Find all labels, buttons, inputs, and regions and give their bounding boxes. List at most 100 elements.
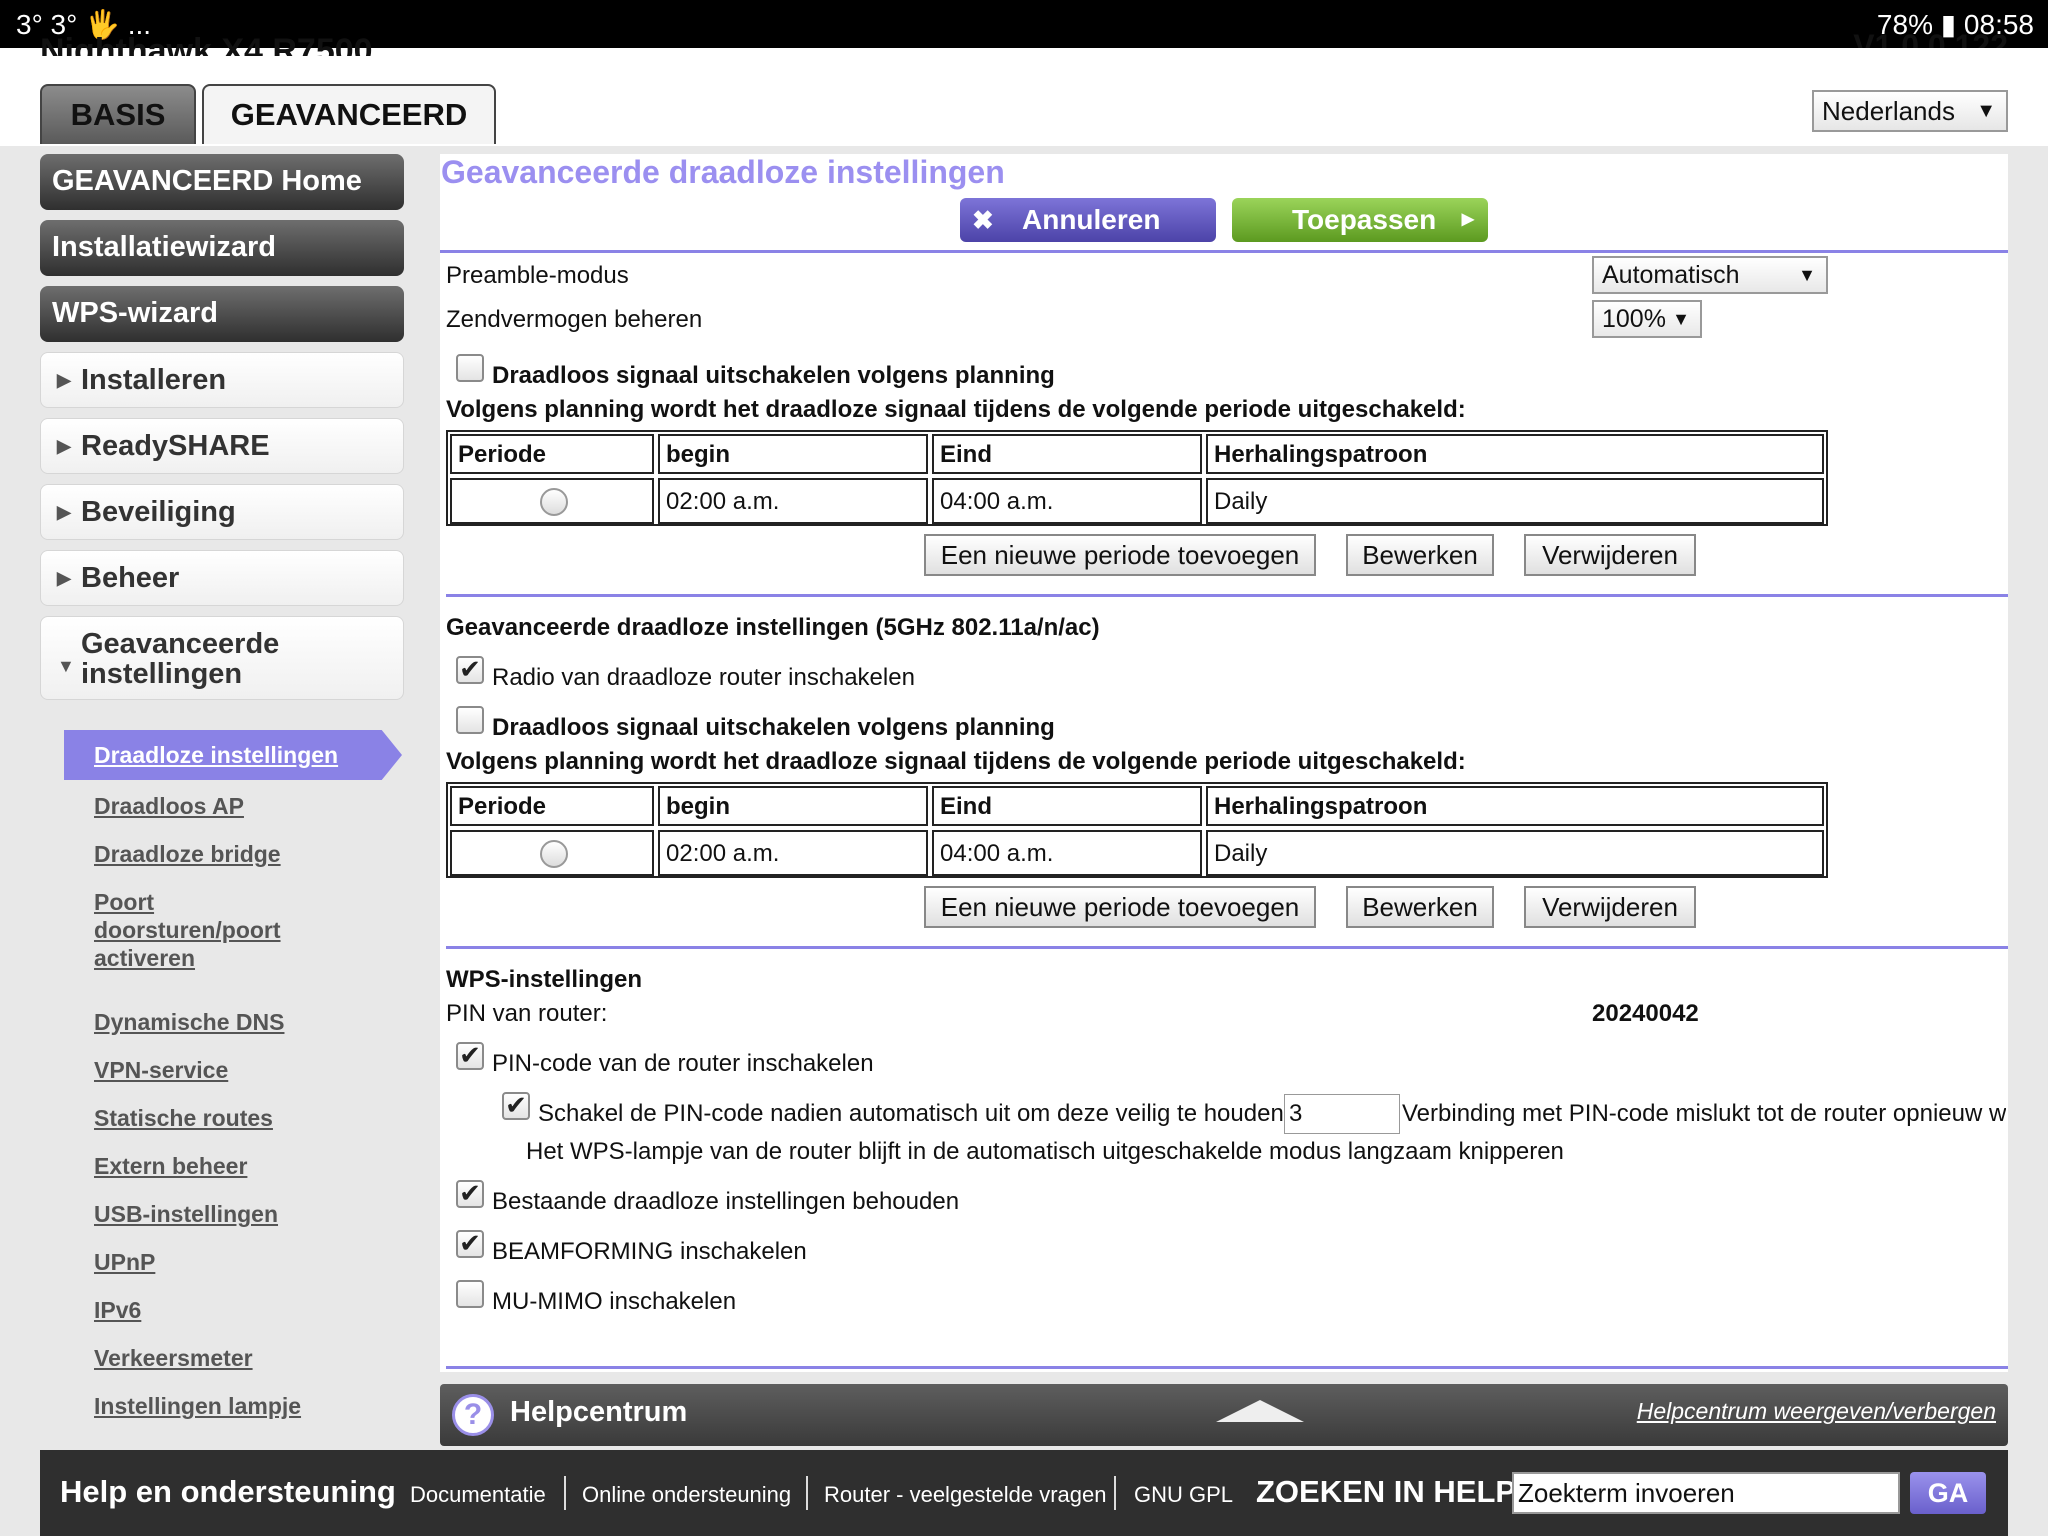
edit-button[interactable]: Bewerken xyxy=(1346,886,1494,928)
table-header: Periode xyxy=(450,786,654,826)
sidebar-sub-usb-settings[interactable]: USB-instellingen xyxy=(94,1200,278,1228)
footer-link-online-support[interactable]: Online ondersteuning xyxy=(582,1482,791,1508)
triangle-right-icon: ▶ xyxy=(57,436,71,456)
schedule-label-5g: Draadloos signaal uitschakelen volgens p… xyxy=(492,714,1055,741)
sidebar-sub-vpn[interactable]: VPN-service xyxy=(94,1056,228,1084)
cancel-label: Annuleren xyxy=(1022,204,1161,235)
period-radio[interactable] xyxy=(540,840,568,868)
router-model: Nighthawk X4 R7500 xyxy=(40,34,373,56)
mumimo-checkbox[interactable] xyxy=(456,1280,484,1308)
triangle-right-icon: ▶ xyxy=(1461,211,1474,228)
footer-link-router-faq[interactable]: Router - veelgestelde vragen xyxy=(824,1482,1107,1508)
apply-button[interactable]: Toepassen ▶ xyxy=(1232,198,1488,242)
preamble-select[interactable]: Automatisch ▼ xyxy=(1592,256,1828,294)
sidebar-sub-ipv6[interactable]: IPv6 xyxy=(94,1296,141,1324)
sidebar-sub-wireless-ap[interactable]: Draadloos AP xyxy=(94,792,244,820)
sidebar-item-wps-wizard[interactable]: WPS-wizard xyxy=(40,286,404,342)
preamble-label: Preamble-modus xyxy=(446,262,629,289)
table-header: Eind xyxy=(932,786,1202,826)
close-icon: ✖ xyxy=(972,205,994,235)
sidebar-item-label: Installeren xyxy=(81,364,227,396)
sidebar-item-setup-wizard[interactable]: Installatiewizard xyxy=(40,220,404,276)
footer-link-gnu-gpl[interactable]: GNU GPL xyxy=(1134,1482,1233,1508)
sidebar-sub-dynamic-dns[interactable]: Dynamische DNS xyxy=(94,1008,284,1036)
sidebar-item-management[interactable]: ▶ Beheer xyxy=(40,550,404,606)
tab-basis[interactable]: BASIS xyxy=(40,84,196,144)
sidebar-item-label: Beheer xyxy=(81,562,180,594)
sidebar-item-readyshare[interactable]: ▶ ReadySHARE xyxy=(40,418,404,474)
sidebar-item-setup[interactable]: ▶ Installeren xyxy=(40,352,404,408)
chevron-down-icon: ▼ xyxy=(1798,265,1816,285)
wps-title: WPS-instellingen xyxy=(446,966,643,993)
sidebar-sub-static-routes[interactable]: Statische routes xyxy=(94,1104,273,1132)
beamforming-checkbox[interactable]: ✔ xyxy=(456,1230,484,1258)
sidebar-item-advanced-home[interactable]: GEAVANCEERD Home xyxy=(40,154,404,210)
triangle-right-icon: ▶ xyxy=(57,370,71,390)
add-period-button[interactable]: Een nieuwe periode toevoegen xyxy=(924,886,1316,928)
table-header: Herhalingspatroon xyxy=(1206,434,1824,474)
sidebar-sub-wireless-bridge[interactable]: Draadloze bridge xyxy=(94,840,281,868)
footer-separator xyxy=(1114,1476,1116,1510)
language-value: Nederlands xyxy=(1822,96,1955,126)
cancel-button[interactable]: ✖ Annuleren xyxy=(960,198,1216,242)
page-title: Geavanceerde draadloze instellingen xyxy=(441,154,1005,190)
help-toggle-link[interactable]: Helpcentrum weergeven/verbergen xyxy=(1637,1398,1996,1425)
table-header: Periode xyxy=(450,434,654,474)
keep-settings-checkbox[interactable]: ✔ xyxy=(456,1180,484,1208)
sidebar-sub-port-forwarding[interactable]: Poort doorsturen/poort activeren xyxy=(94,888,304,972)
apply-label: Toepassen xyxy=(1292,204,1437,235)
chevron-down-icon: ▼ xyxy=(1672,309,1690,329)
schedule-table-24: Periode begin Eind Herhalingspatroon 02:… xyxy=(446,430,1828,526)
sidebar-sub-led-settings[interactable]: Instellingen lampje xyxy=(94,1392,301,1420)
table-cell: 04:00 a.m. xyxy=(932,830,1202,876)
pin-enable-label: PIN-code van de router inschakelen xyxy=(492,1050,874,1077)
tab-advanced[interactable]: GEAVANCEERD xyxy=(202,84,496,144)
schedule-table-5g: Periode begin Eind Herhalingspatroon 02:… xyxy=(446,782,1828,878)
mumimo-label: MU-MIMO inschakelen xyxy=(492,1288,737,1315)
sidebar-item-label: Beveiliging xyxy=(81,496,236,528)
schedule-checkbox-24[interactable] xyxy=(456,354,484,382)
schedule-note-5g: Volgens planning wordt het draadloze sig… xyxy=(446,748,1466,775)
pin-suffix-label: Verbinding met PIN-code mislukt tot de r… xyxy=(1402,1100,2006,1127)
footer-separator xyxy=(806,1476,808,1510)
edit-button[interactable]: Bewerken xyxy=(1346,534,1494,576)
sidebar-item-label: Geavanceerde instellingen xyxy=(81,628,280,690)
sidebar-item-security[interactable]: ▶ Beveiliging xyxy=(40,484,404,540)
table-cell xyxy=(450,478,654,524)
footer-link-documentation[interactable]: Documentatie xyxy=(410,1482,546,1508)
help-center-title: Helpcentrum xyxy=(510,1396,688,1428)
pin-auto-off-checkbox[interactable]: ✔ xyxy=(502,1092,530,1120)
triangle-right-icon: ▶ xyxy=(57,502,71,522)
sidebar-sub-traffic-meter[interactable]: Verkeersmeter xyxy=(94,1344,253,1372)
section-5ghz-title: Geavanceerde draadloze instellingen (5GH… xyxy=(446,614,1100,641)
search-go-button[interactable]: GA xyxy=(1910,1472,1986,1514)
divider xyxy=(446,1366,2008,1369)
tx-power-select[interactable]: 100% ▼ xyxy=(1592,300,1702,338)
table-header: Eind xyxy=(932,434,1202,474)
keep-settings-label: Bestaande draadloze instellingen behoude… xyxy=(492,1188,960,1215)
delete-button[interactable]: Verwijderen xyxy=(1524,534,1696,576)
expand-up-icon[interactable] xyxy=(1216,1400,1304,1422)
table-header: Herhalingspatroon xyxy=(1206,786,1824,826)
pin-value: 20240042 xyxy=(1592,1000,1699,1027)
radio-enable-checkbox[interactable]: ✔ xyxy=(456,656,484,684)
language-select[interactable]: Nederlands ▼ xyxy=(1812,90,2008,132)
sidebar-sub-remote-management[interactable]: Extern beheer xyxy=(94,1152,247,1180)
tx-power-label: Zendvermogen beheren xyxy=(446,306,703,333)
search-input[interactable]: Zoekterm invoeren xyxy=(1512,1472,1900,1514)
divider xyxy=(446,594,2008,597)
pin-enable-checkbox[interactable]: ✔ xyxy=(456,1042,484,1070)
period-radio[interactable] xyxy=(540,488,568,516)
add-period-button[interactable]: Een nieuwe periode toevoegen xyxy=(924,534,1316,576)
sidebar-sub-upnp[interactable]: UPnP xyxy=(94,1248,155,1276)
schedule-checkbox-5g[interactable] xyxy=(456,706,484,734)
divider xyxy=(446,946,2008,949)
delete-button[interactable]: Verwijderen xyxy=(1524,886,1696,928)
pin-attempts-input[interactable]: 3 xyxy=(1284,1094,1400,1134)
footer-separator xyxy=(564,1476,566,1510)
sidebar-item-advanced-settings[interactable]: ▼ Geavanceerde instellingen xyxy=(40,616,404,700)
table-cell xyxy=(450,830,654,876)
schedule-label-24: Draadloos signaal uitschakelen volgens p… xyxy=(492,362,1055,389)
sidebar-sub-wireless-settings[interactable]: Draadloze instellingen xyxy=(64,730,402,780)
tx-power-value: 100% xyxy=(1602,305,1666,333)
